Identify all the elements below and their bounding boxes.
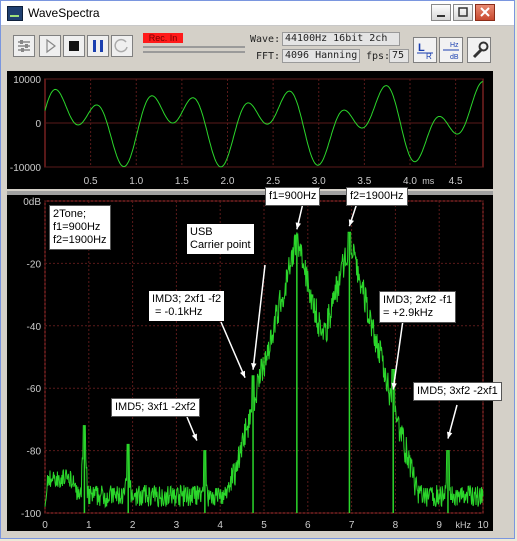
hz-db-scale-icon: Hz dB [443, 42, 459, 61]
fft-label: FFT: [256, 51, 281, 62]
toolbar: Rec. In Wave: 44100Hz 16bit 2ch FFT: 409… [5, 29, 512, 69]
waveform-x-tick-label: 4.0 [403, 176, 417, 187]
spectrum-x-tick-label: 3 [174, 520, 180, 531]
spectrum-x-tick-label: 2 [130, 520, 136, 531]
output-level-slider[interactable] [143, 51, 245, 53]
waveform-y-tick-label: 10000 [13, 75, 41, 86]
waveform-x-tick-label: 1.0 [129, 176, 143, 187]
window-title: WaveSpectra [28, 6, 100, 20]
spectrum-y-tick-label: -100 [21, 509, 41, 520]
spectrum-y-tick-label: -20 [27, 259, 42, 270]
scale-button[interactable]: Hz dB [439, 37, 463, 63]
spectrum-y-tick-label: -60 [27, 384, 42, 395]
spectrum-x-tick-label: 4 [217, 520, 223, 531]
f1-annotation: f1=900Hz [265, 187, 321, 206]
maximize-button[interactable] [453, 4, 473, 21]
wave-format-display: 44100Hz 16bit 2ch [282, 32, 400, 46]
usb-carrier-annotation: USB Carrier point [187, 224, 254, 254]
waveform-x-tick-label: 4.5 [449, 176, 463, 187]
stop-icon [69, 41, 79, 51]
spectrum-x-tick-label: 6 [305, 520, 311, 531]
rec-input-indicator[interactable]: Rec. In [143, 33, 183, 43]
svg-text:dB: dB [450, 54, 459, 61]
play-button[interactable] [39, 35, 61, 57]
spectrum-x-unit: kHz [456, 520, 472, 530]
channel-lr-icon: L R [417, 42, 433, 61]
waveform-x-tick-label: 1.5 [175, 176, 189, 187]
spectrum-y-tick-label: 0dB [23, 197, 41, 208]
waveform-x-tick-label: 3.5 [357, 176, 371, 187]
pause-button[interactable] [87, 35, 109, 57]
input-level-slider[interactable] [143, 46, 245, 48]
fps-display: 75 [389, 49, 409, 63]
close-icon [480, 7, 490, 17]
close-button[interactable] [475, 4, 495, 21]
spectrum-x-tick-label: 10 [477, 520, 489, 531]
pause-icon [93, 40, 103, 52]
sliders-icon [18, 40, 30, 52]
app-icon [7, 6, 23, 21]
svg-text:L: L [418, 42, 425, 54]
fft-setting-display[interactable]: 4096 Hanning [282, 49, 360, 63]
f2-annotation: f2=1900Hz [346, 187, 408, 206]
minimize-icon [437, 15, 445, 17]
title-bar[interactable]: WaveSpectra [1, 1, 514, 26]
two-tone-annotation: 2Tone; f1=900Hz f2=1900Hz [49, 205, 111, 250]
app-window: WaveSpectra Rec. In Wave: 44100Hz 16bit … [0, 0, 515, 539]
waveform-x-tick-label: 2.5 [266, 176, 280, 187]
spectrum-x-tick-label: 0 [42, 520, 48, 531]
spectrum-x-tick-label: 1 [86, 520, 92, 531]
imd5-low-annotation: IMD5; 3xf1 -2xf2 [111, 398, 200, 417]
waveform-y-tick-label: -10000 [10, 163, 42, 174]
waveform-y-tick-label: 0 [35, 119, 41, 130]
repeat-icon [114, 38, 128, 53]
config-button[interactable] [467, 37, 491, 63]
wrench-icon [472, 41, 489, 59]
settings-button[interactable] [13, 35, 35, 57]
fps-label: fps: [366, 51, 391, 62]
spectrum-y-tick-label: -80 [27, 447, 42, 458]
wave-label: Wave: [250, 34, 281, 45]
svg-text:Hz: Hz [450, 42, 459, 49]
waveform-x-unit: ms [422, 176, 434, 186]
imd5-high-annotation: IMD5; 3xf2 -2xf1 [413, 382, 502, 401]
waveform-x-tick-label: 0.5 [84, 176, 98, 187]
spectrum-x-tick-label: 7 [349, 520, 355, 531]
spectrum-y-tick-label: -40 [27, 322, 42, 333]
repeat-button[interactable] [111, 35, 133, 57]
waveform-background [7, 71, 493, 189]
waveform-panel: 10000 0 -10000 0.5 1.0 1.5 2.0 2.5 3.0 3.5 4.0 4.5 m… [7, 71, 493, 189]
stop-button[interactable] [63, 35, 85, 57]
spectrum-x-tick-label: 9 [436, 520, 442, 531]
play-icon [46, 38, 56, 54]
waveform-x-tick-label: 2.0 [221, 176, 235, 187]
imd3-high-annotation: IMD3; 2xf2 -f1 = +2.9kHz [379, 291, 457, 323]
channel-lr-button[interactable]: L R [413, 37, 437, 63]
maximize-icon [458, 7, 468, 17]
spectrum-x-tick-label: 8 [393, 520, 399, 531]
minimize-button[interactable] [431, 4, 451, 21]
spectrum-x-tick-label: 5 [261, 520, 267, 531]
imd3-low-annotation: IMD3; 2xf1 -f2 = -0.1kHz [149, 291, 225, 321]
waveform-x-tick-label: 3.0 [312, 176, 326, 187]
